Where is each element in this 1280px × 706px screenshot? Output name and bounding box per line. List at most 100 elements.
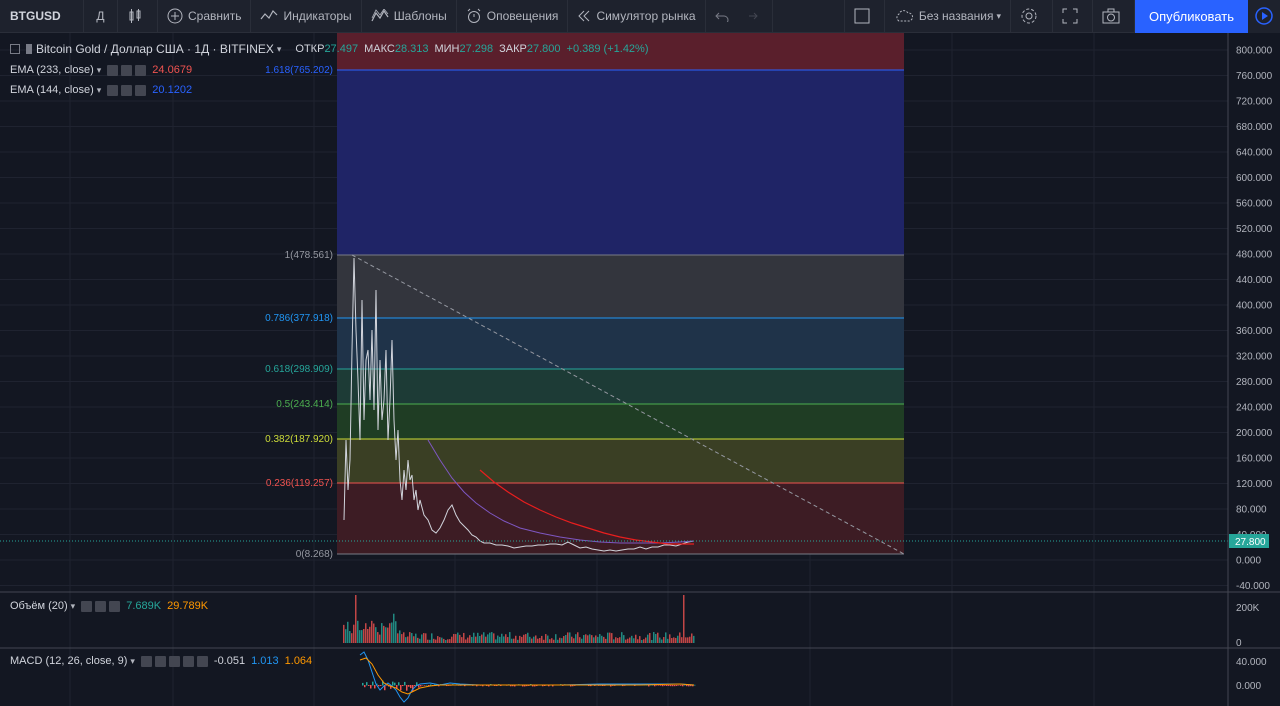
macd-hist-bar bbox=[666, 685, 668, 686]
replay-button[interactable]: Симулятор рынка bbox=[568, 0, 706, 33]
price-tick-label: -40.000 bbox=[1236, 581, 1270, 592]
macd-hist-bar bbox=[670, 685, 672, 687]
play-circle-icon bbox=[1255, 7, 1273, 25]
volume-bar bbox=[359, 630, 361, 643]
play-button[interactable] bbox=[1248, 0, 1280, 33]
volume-bar bbox=[679, 632, 681, 643]
chevron-down-icon[interactable]: ▾ bbox=[277, 44, 282, 55]
undo-icon[interactable] bbox=[714, 10, 729, 22]
indicators-button[interactable]: Индикаторы bbox=[251, 0, 362, 33]
volume-bar bbox=[347, 621, 349, 643]
ema144-legend: EMA (144, close) ▾ 20.1202 bbox=[10, 84, 192, 96]
settings-icon[interactable] bbox=[121, 84, 133, 96]
visibility-icon[interactable] bbox=[107, 84, 119, 96]
volume-bar bbox=[639, 636, 641, 643]
visibility-icon[interactable] bbox=[107, 64, 119, 76]
macd-hist-bar bbox=[394, 682, 396, 686]
interval-button[interactable]: Д bbox=[84, 0, 118, 33]
volume-bar bbox=[607, 632, 609, 643]
chevron-down-icon[interactable]: ▾ bbox=[97, 85, 102, 96]
volume-value-2: 29.789K bbox=[167, 600, 209, 612]
settings-icon[interactable] bbox=[154, 655, 166, 667]
macd-hist-bar bbox=[424, 685, 426, 686]
layout-name-button[interactable]: Без названия ▾ bbox=[885, 0, 1011, 33]
macd-hist-bar bbox=[672, 685, 674, 687]
compare-button[interactable]: Сравнить bbox=[158, 0, 252, 33]
alerts-button[interactable]: Оповещения bbox=[457, 0, 569, 33]
visibility-icon[interactable] bbox=[81, 600, 93, 612]
volume-bar bbox=[653, 632, 655, 643]
volume-bar bbox=[397, 633, 399, 643]
chart-type-button[interactable] bbox=[118, 0, 158, 33]
format-icon[interactable] bbox=[182, 655, 194, 667]
volume-bar bbox=[587, 635, 589, 643]
settings-icon[interactable] bbox=[95, 600, 107, 612]
volume-bar bbox=[535, 635, 537, 643]
volume-bar bbox=[663, 637, 665, 643]
fib-retracement[interactable]: 1.618(765.202) 1(478.561) 0.786(377.918)… bbox=[265, 33, 905, 560]
source-icon[interactable] bbox=[168, 655, 180, 667]
close-icon[interactable] bbox=[109, 600, 121, 612]
macd-hist-bar bbox=[372, 681, 374, 686]
volume-bar bbox=[575, 634, 577, 643]
volume-bar bbox=[531, 638, 533, 643]
main-legend: Bitcoin Gold / Доллар США · 1Д · BITFINE… bbox=[10, 42, 649, 56]
volume-bar bbox=[539, 637, 541, 643]
volume-bar bbox=[509, 632, 511, 643]
volume-bar bbox=[617, 638, 619, 643]
chart-area[interactable]: 1.618(765.202) 1(478.561) 0.786(377.918)… bbox=[0, 33, 1280, 706]
volume-bar bbox=[677, 635, 679, 643]
visibility-icon[interactable] bbox=[140, 655, 152, 667]
macd-hist-bar bbox=[368, 685, 370, 686]
price-tick-label: 680.000 bbox=[1236, 122, 1273, 133]
price-tick-label: 800.000 bbox=[1236, 46, 1273, 57]
chevron-down-icon[interactable]: ▾ bbox=[97, 65, 102, 76]
volume-bar bbox=[443, 638, 445, 643]
symbol-search[interactable]: BTGUSD bbox=[0, 0, 84, 33]
price-tick-label: 640.000 bbox=[1236, 148, 1273, 159]
fullscreen-button[interactable] bbox=[1053, 0, 1093, 33]
chevron-down-icon[interactable]: ▾ bbox=[130, 656, 135, 667]
settings-button[interactable] bbox=[1011, 0, 1053, 33]
volume-bar bbox=[451, 636, 453, 643]
close-icon[interactable] bbox=[135, 64, 147, 76]
symbol-title[interactable]: Bitcoin Gold / Доллар США · 1Д · BITFINE… bbox=[36, 42, 274, 56]
macd-hist-bar bbox=[676, 685, 678, 686]
volume-bar bbox=[573, 638, 575, 643]
macd-hist-bar bbox=[392, 681, 394, 686]
settings-icon[interactable] bbox=[121, 64, 133, 76]
price-tick-label: 280.000 bbox=[1236, 377, 1273, 388]
volume-bar bbox=[483, 632, 485, 643]
volume-bar bbox=[637, 639, 639, 643]
change-value: +0.389 (+1.42%) bbox=[566, 43, 649, 55]
volume-bar bbox=[561, 638, 563, 643]
macd-hist-bar bbox=[378, 685, 380, 687]
volume-bar bbox=[551, 638, 553, 643]
ema144-label[interactable]: EMA (144, close) bbox=[10, 84, 94, 96]
close-icon[interactable] bbox=[196, 655, 208, 667]
macd-hist-bar bbox=[374, 685, 376, 689]
templates-button[interactable]: Шаблоны bbox=[362, 0, 457, 33]
volume-bar bbox=[501, 633, 503, 643]
chevron-down-icon[interactable]: ▾ bbox=[71, 601, 76, 612]
volume-bar bbox=[547, 635, 549, 643]
replay-label: Симулятор рынка bbox=[596, 9, 696, 23]
volume-value-1: 7.689K bbox=[126, 600, 162, 612]
indicators-icon bbox=[261, 10, 278, 20]
collapse-icon[interactable] bbox=[10, 44, 20, 54]
volume-bar bbox=[611, 633, 613, 643]
volume-bar bbox=[657, 632, 659, 643]
price-axis[interactable]: 800.000 760.000 720.000 680.000 640.000 600.0… bbox=[1236, 46, 1273, 593]
redo-icon[interactable] bbox=[744, 10, 758, 22]
volume-bar bbox=[465, 639, 467, 643]
close-icon[interactable] bbox=[135, 84, 147, 96]
macd-label[interactable]: MACD (12, 26, close, 9) bbox=[10, 655, 127, 667]
publish-button[interactable]: Опубликовать bbox=[1134, 0, 1248, 33]
volume-bar bbox=[629, 637, 631, 643]
undo-redo-group bbox=[706, 0, 773, 33]
ema233-label[interactable]: EMA (233, close) bbox=[10, 64, 94, 76]
volume-bar bbox=[411, 633, 413, 643]
volume-label[interactable]: Объём (20) bbox=[10, 600, 68, 612]
snapshot-button[interactable] bbox=[1093, 0, 1135, 33]
fullscreen-square-button[interactable] bbox=[843, 0, 885, 33]
